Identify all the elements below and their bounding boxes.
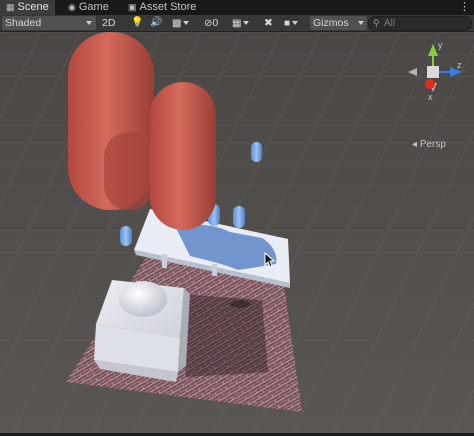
- tab-game-label: Game: [78, 1, 109, 13]
- gamepad-icon: ◉: [68, 2, 76, 12]
- tab-scene-label: Scene: [17, 1, 49, 13]
- more-vertical-icon[interactable]: ⋮: [459, 0, 470, 15]
- y-axis-cone: [428, 44, 438, 56]
- scene-search-field[interactable]: ⚲: [368, 16, 472, 31]
- 2d-mode-label: 2D: [102, 17, 116, 29]
- scene-toolbar: Shaded 2D 💡 🔊 ▩ ⊘0 ▦ ✖ ■ Gizmos ⚲: [0, 15, 474, 32]
- hidden-count: 0: [212, 17, 219, 29]
- search-input[interactable]: [384, 17, 468, 30]
- scene-visibility-toggle[interactable]: ⊘0: [204, 16, 218, 30]
- scene-orientation-gizmo[interactable]: y z x: [404, 38, 466, 104]
- axis-x-label: x: [428, 92, 433, 102]
- axis-z-label: z: [457, 60, 462, 70]
- x-axis-cone: [425, 79, 435, 89]
- shading-mode-dropdown[interactable]: Shaded: [2, 16, 96, 30]
- bag-icon: ▣: [128, 2, 137, 12]
- chevron-down-icon: [358, 21, 364, 25]
- gizmos-label: Gizmos: [313, 17, 349, 29]
- scene-view-tab-bar: ▦ Scene ◉ Game ▣ Asset Store ⋮: [0, 0, 474, 15]
- 2d-mode-toggle[interactable]: 2D: [102, 16, 115, 30]
- chevron-down-icon: [183, 21, 190, 26]
- chevron-down-icon: [86, 21, 92, 25]
- red-capsule: [150, 82, 216, 230]
- tab-asset-store[interactable]: ▣ Asset Store: [122, 0, 202, 15]
- lighting-toggle-icon[interactable]: 💡: [131, 16, 143, 30]
- projection-label: Persp: [419, 139, 446, 150]
- audio-toggle-icon[interactable]: 🔊: [150, 16, 162, 30]
- chevron-down-icon: [243, 21, 250, 26]
- effects-icon: ▩: [172, 18, 182, 29]
- camera-icon: ■: [284, 18, 291, 29]
- camera-dropdown[interactable]: ■: [284, 16, 299, 30]
- tab-game[interactable]: ◉ Game: [62, 0, 115, 15]
- white-sphere: [119, 281, 167, 317]
- persp-icon: ◂: [412, 139, 418, 150]
- projection-toggle[interactable]: ◂ Persp: [412, 139, 446, 150]
- effects-dropdown[interactable]: ▩: [172, 16, 190, 30]
- mouse-cursor-icon: [264, 252, 276, 268]
- blue-capsule: [120, 226, 132, 246]
- camera-settings-dropdown[interactable]: ▦: [232, 16, 250, 30]
- tools-icon[interactable]: ✖: [264, 16, 273, 30]
- shading-mode-label: Shaded: [5, 17, 42, 29]
- scene-render: [0, 32, 474, 433]
- search-icon: ⚲: [373, 18, 380, 28]
- chevron-down-icon: [292, 21, 299, 26]
- axis-y-label: y: [438, 40, 443, 50]
- scene-viewport[interactable]: ◂ Persp: [0, 32, 474, 433]
- tab-asset-store-label: Asset Store: [139, 1, 197, 13]
- grid-toggle-icon: ▦: [232, 18, 242, 29]
- gizmos-dropdown[interactable]: Gizmos: [310, 16, 367, 30]
- tab-scene[interactable]: ▦ Scene: [0, 0, 55, 15]
- grid-icon: ▦: [6, 2, 15, 12]
